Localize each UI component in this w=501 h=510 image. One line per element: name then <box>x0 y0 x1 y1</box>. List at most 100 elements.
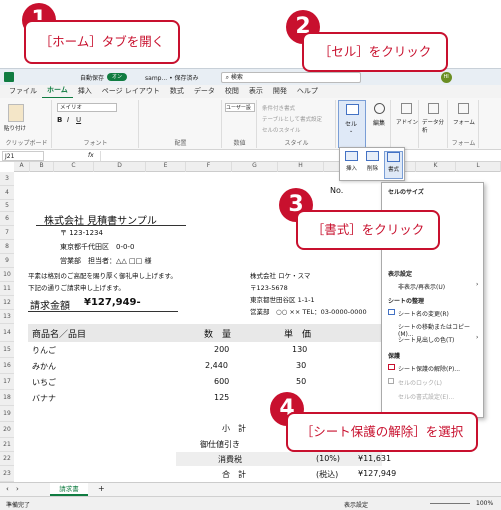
tab-developer[interactable]: 開発 <box>268 85 292 98</box>
tab-insert[interactable]: 挿入 <box>73 85 97 98</box>
column-header[interactable]: F <box>186 162 232 172</box>
cells-button[interactable]: セル <box>345 119 357 128</box>
column-header[interactable]: B <box>30 162 54 172</box>
row-header[interactable]: 19 <box>0 406 14 422</box>
item-qty: 600 <box>214 377 230 386</box>
menu-item-unprotect-sheet[interactable]: シート保護の解除(P)... <box>398 364 460 373</box>
menu-section-visibility: 表示設定 <box>388 271 413 278</box>
item-qty: 2,440 <box>205 361 228 370</box>
formula-input[interactable] <box>99 150 501 161</box>
row-header[interactable]: 10 <box>0 268 14 282</box>
rename-icon <box>388 309 395 315</box>
row-header[interactable]: 21 <box>0 438 14 452</box>
menu-item-tab-color[interactable]: シート見出しの色(T) <box>398 335 454 344</box>
row-header[interactable]: 9 <box>0 254 14 268</box>
row-header[interactable]: 18 <box>0 390 14 406</box>
row-header[interactable]: 22 <box>0 452 14 466</box>
column-header[interactable]: H <box>278 162 324 172</box>
cells-group: セル ⌄ <box>338 100 366 148</box>
tab-data[interactable]: データ <box>189 85 220 98</box>
row-header[interactable]: 17 <box>0 374 14 390</box>
item-name: いちご <box>32 378 56 387</box>
add-sheet-button[interactable]: + <box>98 484 105 493</box>
conditional-format-button[interactable]: 条件付き書式 <box>262 104 295 112</box>
fx-icon[interactable]: fx <box>88 152 94 159</box>
search-box[interactable]: ⌕ 検索 <box>220 71 361 83</box>
column-header[interactable]: D <box>94 162 146 172</box>
sheet-next-icon[interactable]: › <box>16 485 19 493</box>
row-header[interactable]: 15 <box>0 342 14 358</box>
row-header[interactable]: 6 <box>0 212 14 226</box>
paste-button[interactable] <box>8 104 24 122</box>
tab-help[interactable]: ヘルプ <box>292 85 323 98</box>
font-name-select[interactable]: メイリオ <box>57 103 117 112</box>
column-header[interactable]: E <box>146 162 186 172</box>
delete-cells-button[interactable]: 削除 <box>363 151 382 179</box>
row-header[interactable]: 8 <box>0 240 14 254</box>
tab-view[interactable]: 表示 <box>244 85 268 98</box>
format-cells-button[interactable]: 書式 <box>384 151 403 179</box>
format-as-table-button[interactable]: テーブルとして書式設定 <box>262 115 322 123</box>
tab-page-layout[interactable]: ページ レイアウト <box>97 85 165 98</box>
analyze-button[interactable]: データ分析 <box>422 118 447 134</box>
menu-item-format-cells[interactable]: セルの書式設定(E)... <box>398 392 454 401</box>
sheet-prev-icon[interactable]: ‹ <box>6 485 9 493</box>
editing-button[interactable]: 編集 <box>373 118 385 127</box>
column-header[interactable]: A <box>14 162 30 172</box>
menu-item-rename[interactable]: シート名の変更(R) <box>398 309 449 318</box>
autosave-toggle[interactable]: オン <box>107 73 128 81</box>
column-header[interactable]: C <box>54 162 94 172</box>
menu-item-hide-show[interactable]: 非表示/再表示(U) <box>398 282 445 291</box>
column-header[interactable]: K <box>416 162 456 172</box>
row-header[interactable]: 20 <box>0 422 14 438</box>
zoom-level[interactable]: 100% <box>476 500 493 507</box>
number-format-select[interactable]: ユーザー設定 <box>225 103 255 112</box>
row-header[interactable]: 11 <box>0 282 14 296</box>
row-header[interactable]: 16 <box>0 358 14 374</box>
discount-label: 御仕値引き <box>200 440 240 449</box>
addins-group: アドイン <box>393 100 419 148</box>
greeting-line-1: 平素は格別のご高配を賜り厚く御礼申し上げます。 <box>28 272 177 280</box>
addins-button[interactable]: アドイン <box>396 118 418 126</box>
italic-button[interactable]: I <box>67 116 69 124</box>
styles-group: 条件付き書式 テーブルとして書式設定 セルのスタイル スタイル <box>258 100 336 148</box>
row-header[interactable]: 5 <box>0 200 14 212</box>
row-header[interactable]: 14 <box>0 324 14 342</box>
file-name[interactable]: samp... • 保存済み <box>145 73 199 82</box>
forms-button[interactable]: フォーム <box>453 118 475 126</box>
insert-cells-button[interactable]: 挿入 <box>342 151 361 179</box>
column-header[interactable]: G <box>232 162 278 172</box>
user-avatar[interactable]: HI <box>440 71 452 83</box>
item-name: バナナ <box>32 394 56 403</box>
menu-item-lock-cell[interactable]: セルのロック(L) <box>398 378 442 387</box>
tab-file[interactable]: ファイル <box>4 85 42 98</box>
row-header[interactable]: 4 <box>0 186 14 200</box>
display-settings-button[interactable]: 表示設定 <box>344 500 368 509</box>
alignment-group: 配置 <box>140 100 222 148</box>
tab-home[interactable]: ホーム <box>42 84 73 99</box>
underline-button[interactable]: U <box>76 116 81 124</box>
header-item: 商品名／品目 <box>32 330 87 340</box>
name-box[interactable]: J21 <box>2 150 44 161</box>
zoom-slider[interactable] <box>430 503 470 504</box>
delete-icon <box>366 151 379 161</box>
sheet-tab-invoice[interactable]: 請求書 <box>50 483 88 496</box>
tax-rate: (10%) <box>316 454 341 463</box>
column-header[interactable]: L <box>456 162 501 172</box>
row-header[interactable]: 3 <box>0 172 14 186</box>
bold-button[interactable]: B <box>57 116 62 124</box>
insert-label: 挿入 <box>345 166 357 172</box>
row-header[interactable]: 23 <box>0 466 14 482</box>
client-department: 営業部 担当者：△△ □□ 様 <box>60 257 152 265</box>
tab-review[interactable]: 校閲 <box>220 85 244 98</box>
cell-styles-button[interactable]: セルのスタイル <box>262 126 301 134</box>
addins-icon <box>401 103 412 114</box>
search-edit-icon <box>374 103 385 114</box>
item-name: りんご <box>32 346 56 355</box>
tab-formulas[interactable]: 数式 <box>165 85 189 98</box>
search-placeholder: 検索 <box>230 73 243 81</box>
row-header[interactable]: 7 <box>0 226 14 240</box>
amount-label: 請求金額 <box>30 301 70 312</box>
row-header[interactable]: 12 <box>0 296 14 310</box>
row-header[interactable]: 13 <box>0 310 14 324</box>
